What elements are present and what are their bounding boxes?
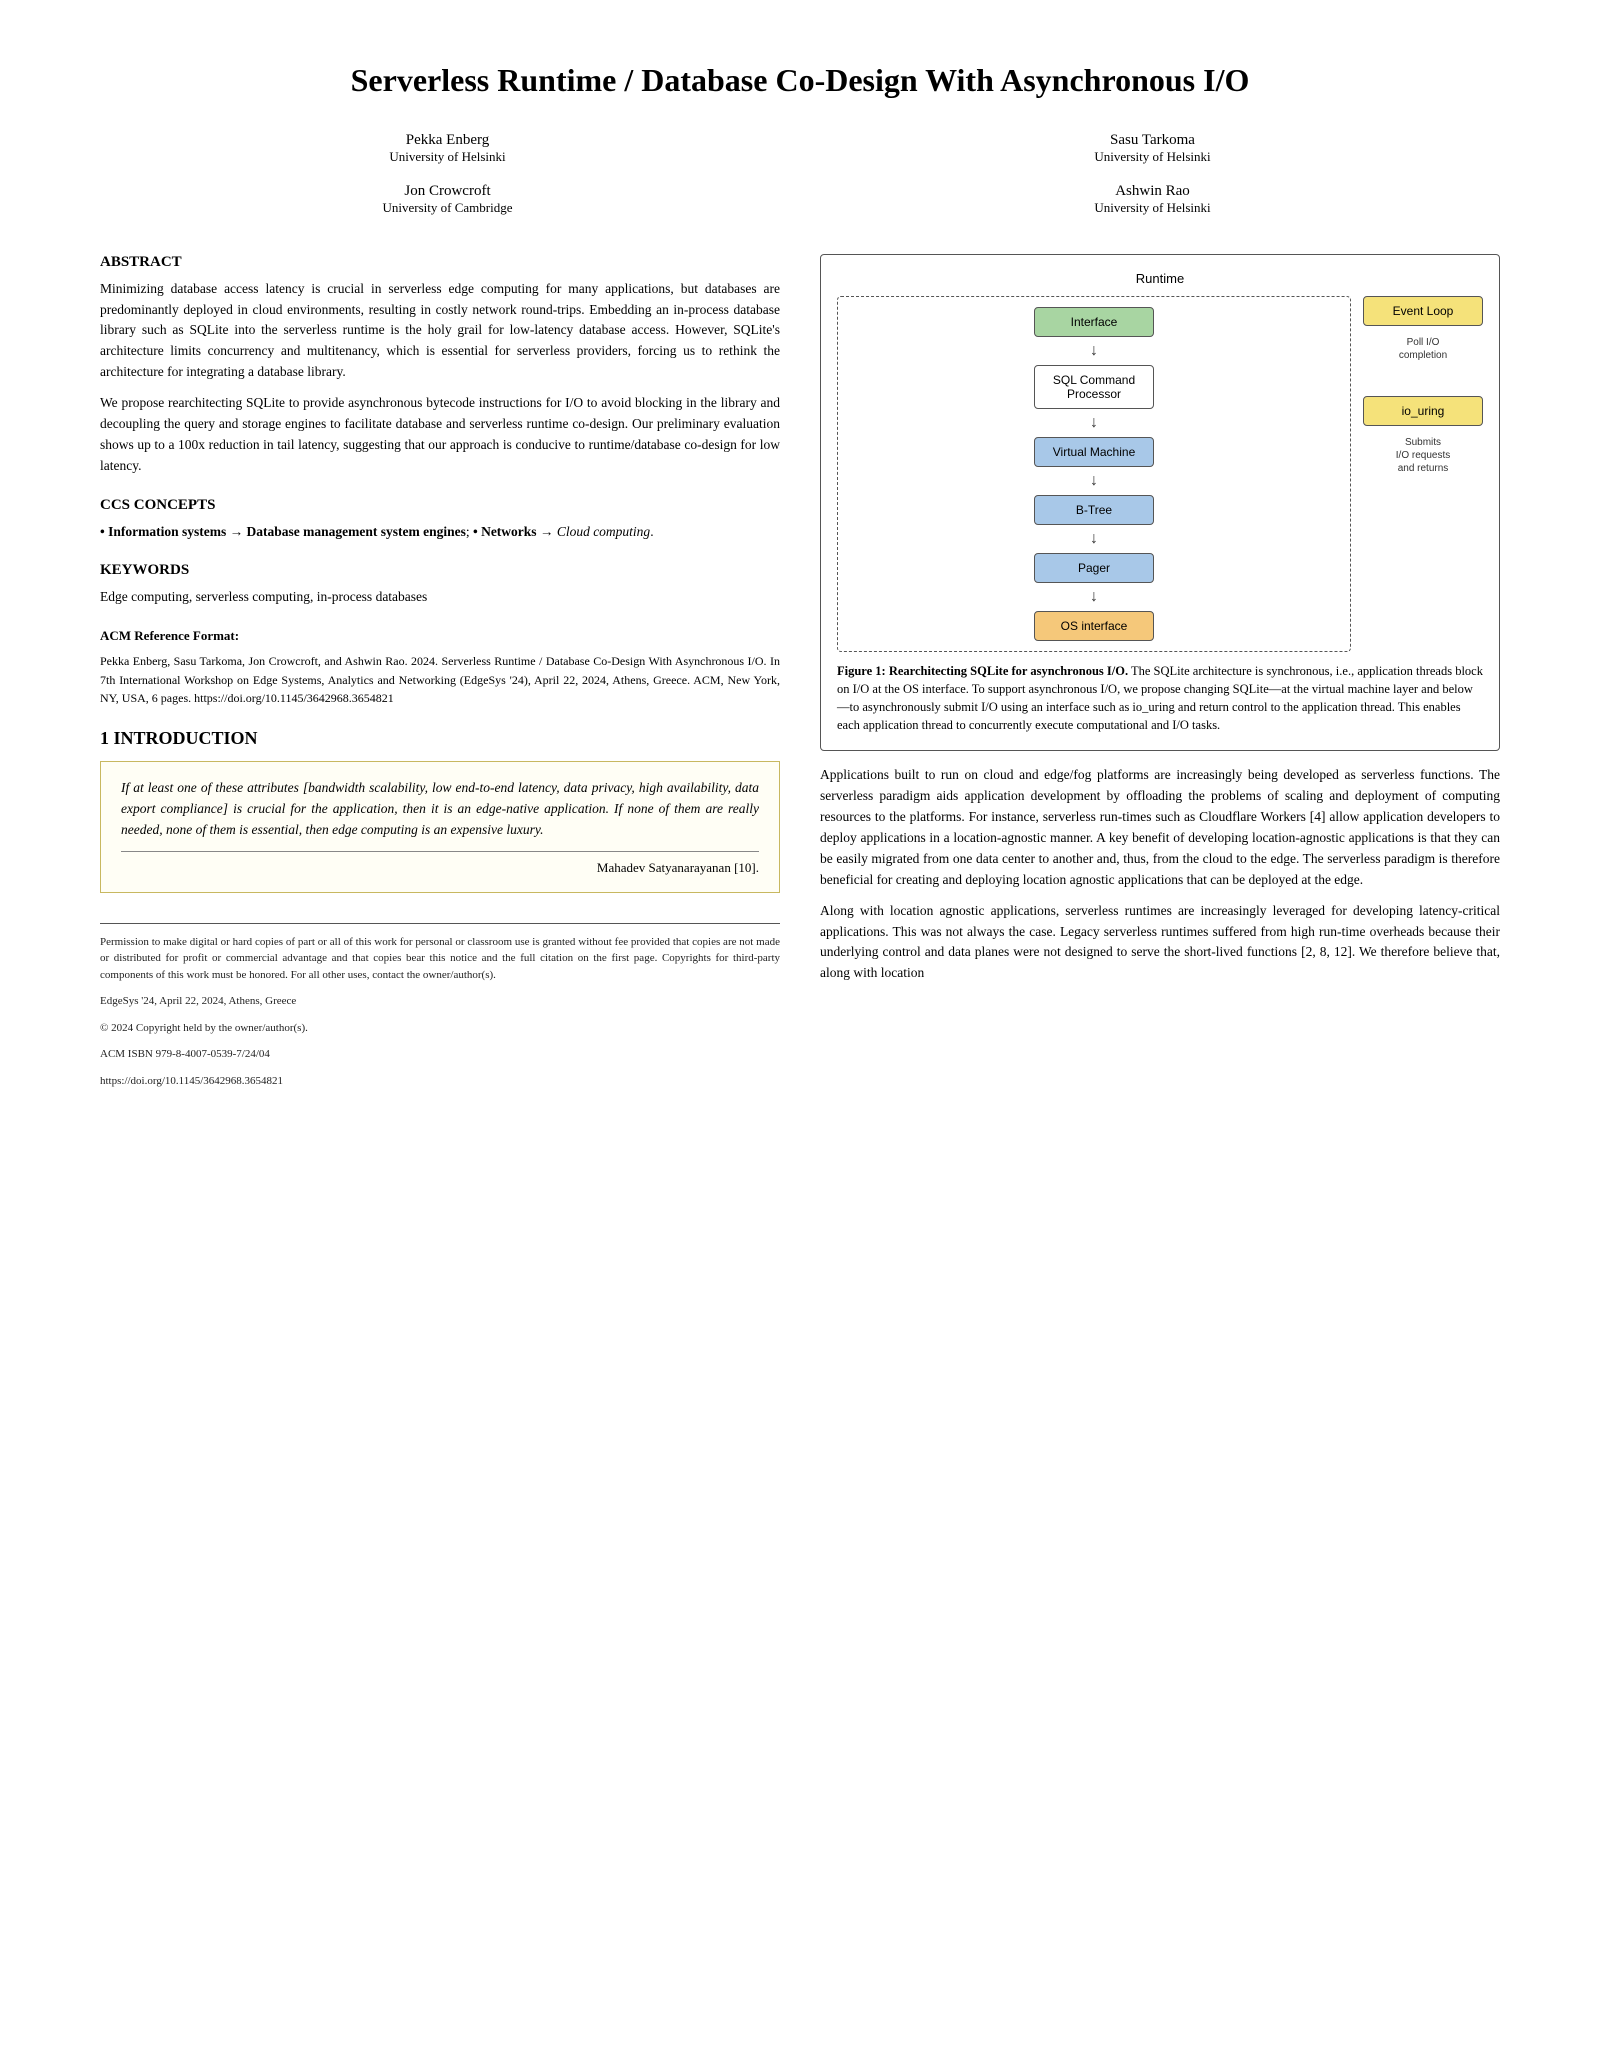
right-column: Runtime Interface ↓ SQL CommandProcessor: [820, 254, 1500, 1100]
footer-doi: https://doi.org/10.1145/3642968.3654821: [100, 1073, 780, 1090]
abstract-para-1: Minimizing database access latency is cr…: [100, 279, 780, 384]
figure-left-stack: Interface ↓ SQL CommandProcessor ↓ Virtu…: [837, 296, 1351, 652]
sql-command-box: SQL CommandProcessor: [1034, 365, 1154, 409]
author-4: Ashwin Rao University of Helsinki: [805, 183, 1500, 216]
sql-command-label: SQL CommandProcessor: [1047, 373, 1141, 401]
author-1-affil: University of Helsinki: [100, 149, 795, 165]
authors-grid: Pekka Enberg University of Helsinki Sasu…: [100, 132, 1500, 224]
author-4-affil: University of Helsinki: [805, 200, 1500, 216]
runtime-label: Runtime: [837, 271, 1483, 286]
btree-box: B-Tree: [1034, 495, 1154, 525]
author-2-affil: University of Helsinki: [805, 149, 1500, 165]
author-3-name: Jon Crowcroft: [100, 183, 795, 200]
interface-box: Interface: [1034, 307, 1154, 337]
submits-label: SubmitsI/O requestsand returns: [1396, 436, 1450, 475]
ccs-title: CCS CONCEPTS: [100, 497, 780, 514]
paper-title: Serverless Runtime / Database Co-Design …: [100, 60, 1500, 102]
event-loop-box: Event Loop: [1363, 296, 1483, 326]
author-3: Jon Crowcroft University of Cambridge: [100, 183, 795, 216]
author-1: Pekka Enberg University of Helsinki: [100, 132, 795, 165]
figure-right-stack: Event Loop Poll I/Ocompletion io_uring S…: [1363, 296, 1483, 652]
poll-label-container: Poll I/Ocompletion: [1399, 336, 1447, 362]
quote-text: If at least one of these attributes [ban…: [121, 778, 759, 841]
io-uring-container: io_uring: [1363, 396, 1483, 426]
page: Serverless Runtime / Database Co-Design …: [0, 0, 1600, 1159]
fig-row-1: Interface: [846, 307, 1342, 337]
figure-inner: Interface ↓ SQL CommandProcessor ↓ Virtu…: [837, 296, 1483, 652]
figure-1-box: Runtime Interface ↓ SQL CommandProcessor: [820, 254, 1500, 752]
footer-isbn: ACM ISBN 979-8-4007-0539-7/24/04: [100, 1046, 780, 1063]
intro-para-1: Applications built to run on cloud and e…: [820, 765, 1500, 891]
arrow-3: ↓: [1090, 473, 1098, 489]
footer: Permission to make digital or hard copie…: [100, 923, 780, 1090]
submit-label-container: SubmitsI/O requestsand returns: [1396, 436, 1450, 475]
ccs-text: • Information systems → Database managem…: [100, 522, 780, 542]
intro-para-2: Along with location agnostic application…: [820, 901, 1500, 985]
right-inner: Event Loop Poll I/Ocompletion io_uring S…: [1363, 296, 1483, 475]
poll-label: Poll I/Ocompletion: [1399, 336, 1447, 362]
arrow-2: ↓: [1090, 415, 1098, 431]
keywords-text: Edge computing, serverless computing, in…: [100, 587, 780, 608]
footer-permission: Permission to make digital or hard copie…: [100, 934, 780, 984]
virtual-machine-box: Virtual Machine: [1034, 437, 1154, 467]
keywords-title: KEYWORDS: [100, 562, 780, 579]
arrow-1: ↓: [1090, 343, 1098, 359]
author-4-name: Ashwin Rao: [805, 183, 1500, 200]
author-2: Sasu Tarkoma University of Helsinki: [805, 132, 1500, 165]
acm-ref-text: Pekka Enberg, Sasu Tarkoma, Jon Crowcrof…: [100, 652, 780, 708]
intro-title: 1 INTRODUCTION: [100, 728, 780, 749]
quote-author: Mahadev Satyanarayanan [10].: [121, 860, 759, 876]
author-2-name: Sasu Tarkoma: [805, 132, 1500, 149]
abstract-para-2: We propose rearchitecting SQLite to prov…: [100, 393, 780, 477]
pager-box: Pager: [1034, 553, 1154, 583]
author-3-affil: University of Cambridge: [100, 200, 795, 216]
quote-box: If at least one of these attributes [ban…: [100, 761, 780, 893]
arrow-4: ↓: [1090, 531, 1098, 547]
introduction-section: 1 INTRODUCTION If at least one of these …: [100, 728, 780, 893]
left-column: ABSTRACT Minimizing database access late…: [100, 254, 780, 1100]
main-content: ABSTRACT Minimizing database access late…: [100, 254, 1500, 1100]
quote-divider: [121, 851, 759, 852]
io-uring-box: io_uring: [1363, 396, 1483, 426]
acm-ref-title: ACM Reference Format:: [100, 628, 780, 644]
os-interface-box: OS interface: [1034, 611, 1154, 641]
arrow-5: ↓: [1090, 589, 1098, 605]
author-1-name: Pekka Enberg: [100, 132, 795, 149]
footer-conf: EdgeSys '24, April 22, 2024, Athens, Gre…: [100, 993, 780, 1010]
abstract-title: ABSTRACT: [100, 254, 780, 271]
fig-caption-bold: Figure 1: Rearchitecting SQLite for asyn…: [837, 664, 1128, 678]
footer-copyright: © 2024 Copyright held by the owner/autho…: [100, 1020, 780, 1037]
figure-caption: Figure 1: Rearchitecting SQLite for asyn…: [837, 662, 1483, 735]
